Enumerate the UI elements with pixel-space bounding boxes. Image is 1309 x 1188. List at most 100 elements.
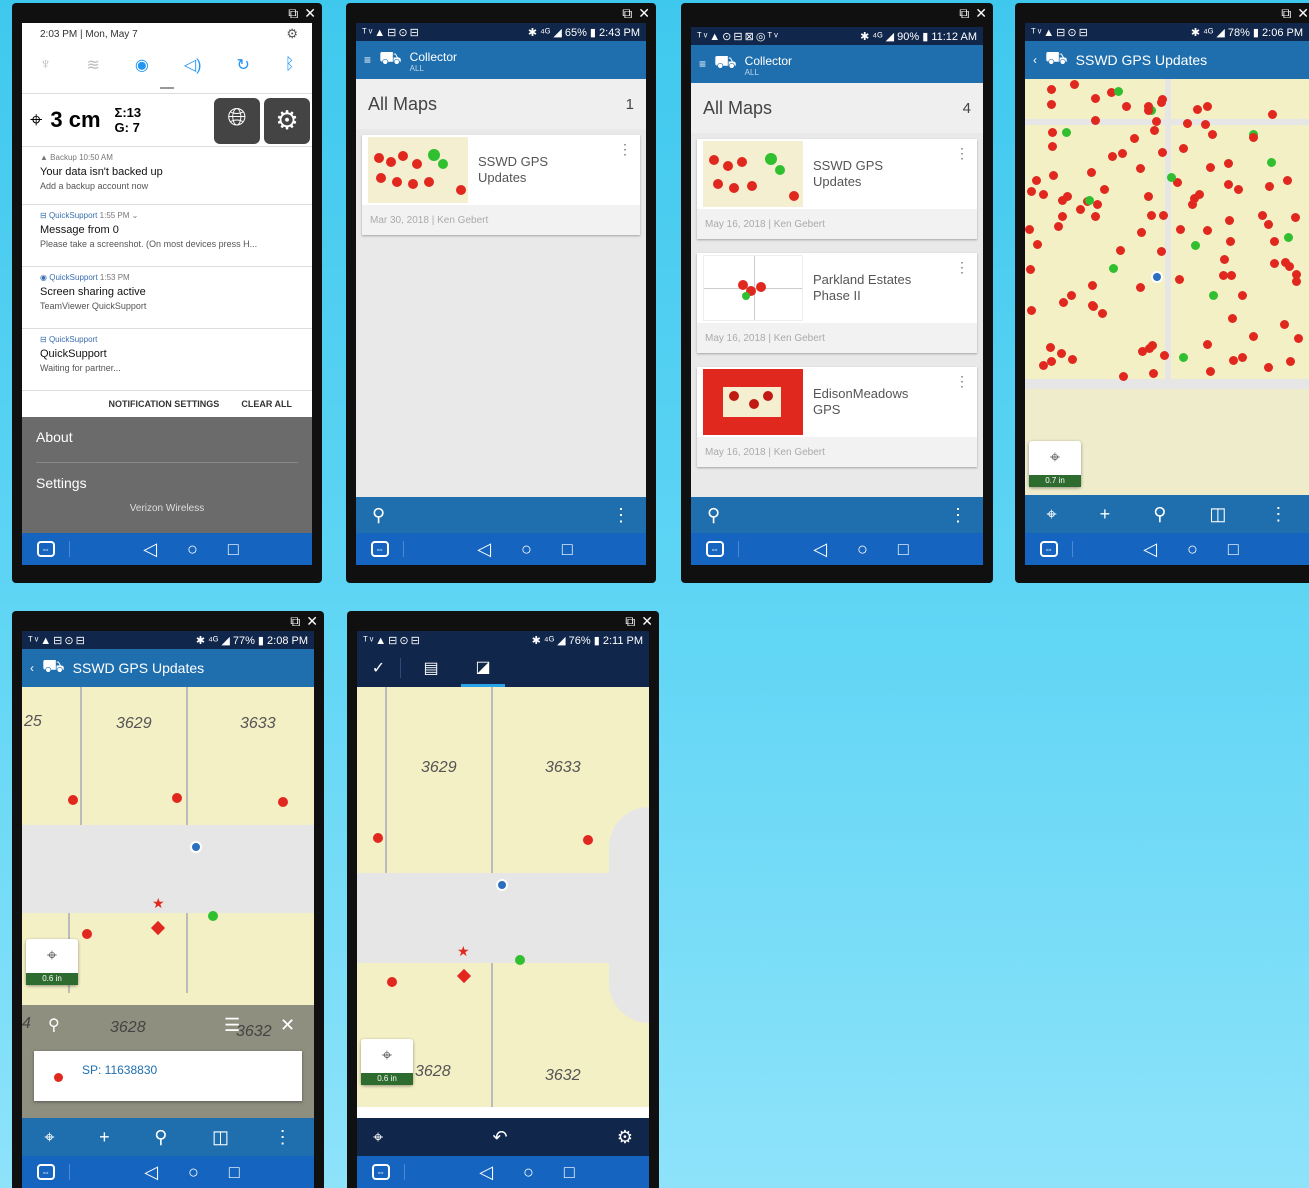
feature-point-green[interactable] [515, 955, 525, 965]
settings-gear-icon[interactable]: ⚙ [286, 26, 298, 42]
search-icon[interactable]: ⚲ [1153, 504, 1166, 525]
feature-point[interactable] [1090, 211, 1100, 221]
feature-point[interactable] [1026, 186, 1036, 196]
teamviewer-icon[interactable]: ⇔ [705, 541, 724, 557]
map-card[interactable]: EdisonMeadows GPS ⋮ May 16, 2018 | Ken G… [697, 367, 977, 467]
close-icon[interactable]: ✕ [304, 5, 316, 22]
home-icon[interactable]: ○ [521, 539, 532, 560]
feature-point[interactable] [1048, 170, 1058, 180]
add-icon[interactable]: + [1100, 504, 1111, 525]
close-icon[interactable]: ✕ [1297, 5, 1309, 22]
feature-point[interactable] [1224, 159, 1234, 168]
feature-point[interactable] [172, 793, 182, 803]
back-icon[interactable]: ◁ [477, 539, 491, 560]
feature-point-green[interactable] [1178, 353, 1188, 363]
feature-point[interactable] [1264, 182, 1274, 192]
add-icon[interactable]: + [99, 1127, 110, 1148]
back-icon[interactable]: ◁ [813, 539, 827, 560]
feature-point[interactable] [1088, 280, 1098, 290]
feature-point[interactable] [1091, 115, 1101, 125]
feature-point[interactable] [1047, 85, 1057, 95]
feature-point[interactable] [1046, 342, 1056, 352]
layers-icon[interactable]: ◫ [1209, 504, 1226, 525]
feature-point[interactable] [1207, 129, 1217, 139]
menu-item-about[interactable]: About [36, 417, 298, 463]
recents-icon[interactable]: □ [564, 1162, 575, 1183]
feature-point-green[interactable] [1061, 128, 1071, 138]
popup-card[interactable]: SP: 11638830 [34, 1051, 302, 1101]
feature-point[interactable] [1206, 163, 1216, 173]
feature-point[interactable] [1047, 99, 1057, 109]
more-menu-icon[interactable]: ⋮ [1269, 504, 1287, 525]
notification-item-quicksupport[interactable]: ⊟ QuickSupport QuickSupport Waiting for … [22, 329, 312, 391]
teamviewer-icon[interactable]: ⇔ [36, 1164, 55, 1180]
feature-point[interactable] [1291, 212, 1301, 222]
feature-point[interactable] [1159, 350, 1169, 360]
feature-point[interactable] [1233, 184, 1243, 194]
notification-item-backup[interactable]: ▲ Backup 10:50 AM Your data isn't backed… [22, 147, 312, 205]
feature-point[interactable] [1136, 283, 1146, 293]
more-options-icon[interactable]: ⋮ [955, 373, 969, 390]
feature-point[interactable] [1135, 164, 1145, 174]
feature-point[interactable] [1203, 226, 1213, 236]
feature-point[interactable] [1286, 357, 1296, 367]
diamond-marker[interactable] [456, 968, 472, 984]
feature-point-green[interactable] [1114, 87, 1124, 97]
search-icon[interactable]: ⚲ [154, 1127, 167, 1148]
feature-point-green[interactable] [1284, 233, 1294, 243]
feature-point[interactable] [1090, 94, 1100, 104]
popout-icon[interactable]: ⧉ [1281, 5, 1291, 22]
back-icon[interactable]: ◁ [479, 1162, 493, 1183]
notification-item-screen-sharing[interactable]: ◉ QuickSupport 1:53 PM Screen sharing ac… [22, 267, 312, 329]
feature-point[interactable] [1143, 192, 1153, 202]
feature-point[interactable] [373, 833, 383, 843]
feature-point[interactable] [1202, 101, 1212, 111]
feature-point[interactable] [1143, 101, 1153, 111]
close-icon[interactable]: ✕ [638, 5, 650, 22]
menu-icon[interactable]: ≡ [699, 57, 706, 71]
feature-point[interactable] [1108, 151, 1118, 161]
notification-item-message[interactable]: ⊟ QuickSupport 1:55 PM ⌄ Message from 0 … [22, 205, 312, 267]
feature-point[interactable] [1258, 211, 1268, 221]
more-options-icon[interactable]: ⋮ [618, 141, 632, 158]
map-view[interactable]: 25 3629 3633 ★ ⌖ 0.6 in 4 ⚲ 3628 3632 ☰ … [22, 687, 314, 1125]
back-icon[interactable]: ◁ [144, 1162, 158, 1183]
feature-point[interactable] [583, 835, 593, 845]
feature-point[interactable] [1137, 228, 1147, 238]
feature-point[interactable] [1220, 255, 1230, 265]
feature-point[interactable] [1130, 134, 1140, 144]
feature-point[interactable] [1118, 148, 1128, 158]
feature-point[interactable] [1057, 348, 1067, 358]
feature-point[interactable] [1227, 313, 1237, 323]
feature-point[interactable] [1115, 245, 1125, 255]
feature-point[interactable] [1228, 356, 1238, 366]
teamviewer-icon[interactable]: ⇔ [371, 1164, 390, 1180]
more-menu-icon[interactable]: ⋮ [949, 505, 967, 526]
feature-point[interactable] [1076, 204, 1086, 214]
feature-point-green[interactable] [1266, 158, 1276, 168]
teamviewer-icon[interactable]: ⇔ [370, 541, 389, 557]
feature-point[interactable] [1027, 305, 1037, 315]
feature-point[interactable] [1206, 367, 1216, 377]
feature-point[interactable] [1099, 184, 1109, 194]
undo-icon[interactable]: ↶ [492, 1127, 507, 1148]
feature-point[interactable] [1269, 237, 1279, 247]
layers-icon[interactable]: ◫ [212, 1127, 229, 1148]
notification-settings-button[interactable]: NOTIFICATION SETTINGS [108, 399, 219, 409]
popout-icon[interactable]: ⧉ [290, 613, 300, 630]
location-icon[interactable]: ◉ [135, 55, 149, 75]
search-icon[interactable]: ⚲ [707, 505, 720, 526]
more-options-icon[interactable]: ⋮ [955, 259, 969, 276]
feature-point-green[interactable] [1209, 291, 1219, 301]
map-view[interactable]: 3629 3633 3628 3632 ★ ⌖ 0.6 in [357, 687, 649, 1107]
scale-widget[interactable]: ⌖ 0.7 in [1029, 441, 1081, 487]
recents-icon[interactable]: □ [229, 1162, 240, 1183]
auto-rotate-icon[interactable]: ↻ [236, 55, 249, 75]
popout-icon[interactable]: ⧉ [288, 5, 298, 22]
menu-icon[interactable]: ≡ [364, 53, 371, 67]
drag-handle[interactable] [160, 87, 174, 89]
back-icon[interactable]: ◁ [143, 539, 157, 560]
star-marker[interactable]: ★ [457, 943, 470, 960]
feature-point[interactable] [1149, 125, 1159, 135]
home-icon[interactable]: ○ [1187, 539, 1198, 560]
